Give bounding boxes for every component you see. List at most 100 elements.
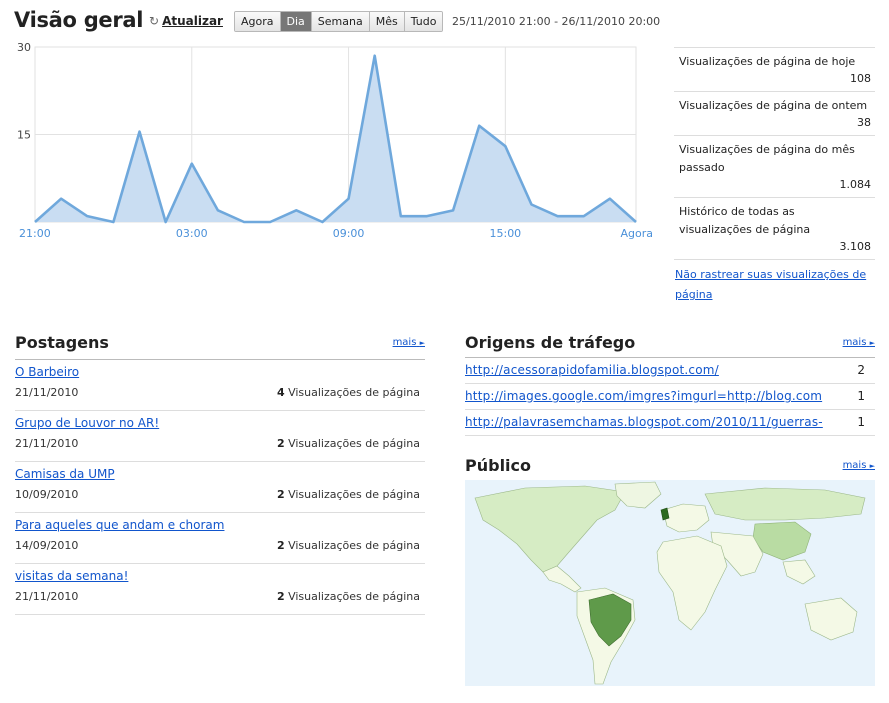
post-views-label: Visualizações de página — [288, 437, 420, 450]
more-label: mais — [392, 337, 417, 348]
stat-last-month: Visualizações de página do mês passado 1… — [674, 136, 875, 198]
post-views-count: 4 — [276, 386, 285, 399]
stat-label: Histórico de todas as visualizações de p… — [679, 205, 811, 236]
stat-yesterday: Visualizações de página de ontem 38 — [674, 92, 875, 136]
stats-panel: Visualizações de página de hoje 108 Visu… — [674, 47, 875, 260]
post-title-link[interactable]: Grupo de Louvor no AR! — [15, 416, 159, 430]
range-selector: Agora Dia Semana Mês Tudo — [234, 11, 444, 32]
date-range: 25/11/2010 21:00 - 26/11/2010 20:00 — [452, 15, 661, 28]
post-views: 2 Visualizações de página — [277, 590, 420, 603]
audience-more-link[interactable]: mais ► — [843, 460, 875, 471]
range-button-agora[interactable]: Agora — [235, 12, 281, 31]
traffic-url-link[interactable]: http://palavrasemchamas.blogspot.com/201… — [465, 415, 825, 429]
audience-section: Público mais ► — [465, 456, 875, 686]
stat-value: 108 — [850, 72, 871, 85]
stat-label: Visualizações de página de hoje — [679, 55, 856, 68]
more-label: mais — [842, 337, 867, 348]
post-views: 2 Visualizações de página — [277, 539, 420, 552]
map-greenland — [614, 481, 662, 509]
post-row: O Barbeiro 21/11/2010 4 Visualizações de… — [15, 360, 425, 411]
traffic-url-link[interactable]: http://images.google.com/imgres?imgurl=h… — [465, 389, 825, 403]
stat-all-time: Histórico de todas as visualizações de p… — [674, 198, 875, 260]
post-views-count: 2 — [276, 488, 285, 501]
post-views: 2 Visualizações de página — [277, 437, 420, 450]
arrow-right-icon: ► — [419, 339, 425, 347]
post-title-link[interactable]: Para aqueles que andam e choram — [15, 518, 224, 532]
posts-more-link[interactable]: mais ► — [393, 337, 425, 348]
more-label: mais — [842, 460, 867, 471]
traffic-count: 1 — [857, 389, 865, 403]
chart-x-tick-label: 09:00 — [333, 227, 365, 240]
map-central-america — [542, 565, 582, 593]
post-date: 21/11/2010 — [15, 437, 79, 450]
map-north-america — [474, 485, 626, 573]
post-row: visitas da semana! 21/11/2010 2 Visualiz… — [15, 564, 425, 615]
post-views: 2 Visualizações de página — [277, 488, 420, 501]
no-track-link[interactable]: Não rastrear suas visualizações de págin… — [675, 265, 875, 305]
map-australia — [804, 597, 858, 641]
refresh-button[interactable]: ↻ Atualizar — [149, 14, 223, 28]
post-title-link[interactable]: Camisas da UMP — [15, 467, 115, 481]
refresh-icon: ↻ — [149, 14, 160, 28]
stat-today: Visualizações de página de hoje 108 — [674, 47, 875, 92]
traffic-count: 1 — [857, 415, 865, 429]
stat-value: 1.084 — [839, 178, 872, 191]
map-russia — [704, 487, 866, 521]
world-map[interactable] — [465, 480, 875, 686]
post-row: Grupo de Louvor no AR! 21/11/2010 2 Visu… — [15, 411, 425, 462]
post-views-label: Visualizações de página — [288, 488, 420, 501]
pageviews-chart: 30 15 21:00 03:00 09:00 15:00 Agora — [17, 42, 653, 240]
map-africa — [656, 535, 728, 631]
stat-label: Visualizações de página do mês passado — [679, 143, 855, 174]
post-views-count: 2 — [276, 590, 285, 603]
traffic-more-link[interactable]: mais ► — [843, 337, 875, 348]
chart-x-tick-label: Agora — [620, 227, 653, 240]
stat-label: Visualizações de página de ontem — [679, 99, 868, 112]
range-button-dia[interactable]: Dia — [280, 12, 312, 31]
audience-title: Público — [465, 456, 532, 475]
traffic-row: http://acessorapidofamilia.blogspot.com/… — [465, 358, 875, 384]
arrow-right-icon: ► — [869, 339, 875, 347]
posts-title: Postagens — [15, 333, 109, 352]
map-europe — [662, 503, 710, 533]
post-views-label: Visualizações de página — [288, 539, 420, 552]
post-views-count: 2 — [276, 539, 285, 552]
world-map-svg — [474, 481, 866, 685]
chart-x-tick-label: 21:00 — [19, 227, 51, 240]
traffic-count: 2 — [857, 363, 865, 377]
post-date: 21/11/2010 — [15, 590, 79, 603]
chart-x-tick-label: 15:00 — [489, 227, 521, 240]
range-button-mes[interactable]: Mês — [369, 12, 405, 31]
stat-value: 38 — [857, 116, 871, 129]
post-date: 14/09/2010 — [15, 539, 79, 552]
range-button-semana[interactable]: Semana — [311, 12, 370, 31]
post-views-label: Visualizações de página — [288, 590, 420, 603]
chart-y-tick-label: 30 — [17, 42, 31, 54]
map-se-asia — [782, 559, 816, 585]
arrow-right-icon: ► — [869, 462, 875, 470]
post-date: 10/09/2010 — [15, 488, 79, 501]
traffic-header: Origens de tráfego mais ► — [465, 333, 875, 358]
audience-header: Público mais ► — [465, 456, 875, 480]
stat-value: 3.108 — [839, 240, 872, 253]
refresh-label: Atualizar — [162, 14, 223, 28]
post-title-link[interactable]: visitas da semana! — [15, 569, 128, 583]
posts-header: Postagens mais ► — [15, 333, 425, 360]
chart-x-tick-label: 03:00 — [176, 227, 208, 240]
traffic-row: http://palavrasemchamas.blogspot.com/201… — [465, 410, 875, 436]
post-row: Camisas da UMP 10/09/2010 2 Visualizaçõe… — [15, 462, 425, 513]
post-views: 4 Visualizações de página — [277, 386, 420, 399]
page-title: Visão geral — [14, 8, 144, 32]
posts-section: Postagens mais ► O Barbeiro 21/11/2010 4… — [15, 333, 425, 615]
traffic-row: http://images.google.com/imgres?imgurl=h… — [465, 384, 875, 410]
traffic-section: Origens de tráfego mais ► http://acessor… — [465, 333, 875, 436]
post-views-count: 2 — [276, 437, 285, 450]
chart-y-tick-label: 15 — [17, 129, 31, 142]
traffic-title: Origens de tráfego — [465, 333, 636, 352]
post-views-label: Visualizações de página — [288, 386, 420, 399]
traffic-url-link[interactable]: http://acessorapidofamilia.blogspot.com/ — [465, 363, 825, 377]
post-row: Para aqueles que andam e choram 14/09/20… — [15, 513, 425, 564]
range-button-tudo[interactable]: Tudo — [404, 12, 443, 31]
post-title-link[interactable]: O Barbeiro — [15, 365, 79, 379]
post-date: 21/11/2010 — [15, 386, 79, 399]
